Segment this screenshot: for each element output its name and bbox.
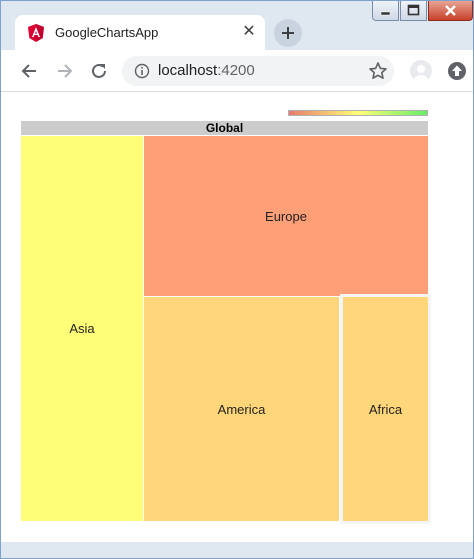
upload-circle-icon[interactable] — [447, 61, 467, 81]
title-bar: GoogleChartsApp ✕ — [1, 1, 473, 50]
reload-icon[interactable] — [89, 61, 109, 81]
browser-window: GoogleChartsApp ✕ localhost:4200 Global … — [0, 0, 474, 559]
angular-shield-icon — [28, 24, 44, 42]
window-bottom-frame — [1, 542, 473, 558]
minimize-button[interactable] — [372, 1, 399, 21]
browser-tab[interactable]: GoogleChartsApp ✕ — [15, 15, 265, 50]
minimize-icon — [380, 11, 391, 16]
url-host: localhost — [158, 62, 218, 79]
browser-toolbar: localhost:4200 — [1, 50, 473, 92]
star-icon[interactable] — [368, 61, 388, 81]
window-controls — [371, 1, 473, 23]
close-window-button[interactable] — [428, 1, 473, 21]
tab-close-button[interactable]: ✕ — [239, 22, 259, 42]
avatar-silhouette — [414, 65, 428, 82]
treemap-cell-africa[interactable]: Africa — [340, 294, 431, 524]
info-icon[interactable] — [134, 63, 150, 79]
maximize-icon — [407, 4, 420, 16]
url-text: localhost:4200 — [158, 62, 255, 79]
treemap-cell-europe[interactable]: Europe — [144, 136, 428, 296]
treemap-cell-america[interactable]: America — [144, 297, 339, 521]
avatar-icon[interactable] — [410, 60, 432, 82]
treemap-root-header[interactable]: Global — [21, 121, 428, 135]
tab-title: GoogleChartsApp — [55, 25, 159, 40]
arrow-left-icon[interactable] — [20, 61, 40, 81]
page-viewport: Global Asia Europe America Africa — [1, 92, 473, 542]
treemap-cell-asia[interactable]: Asia — [21, 136, 143, 521]
plus-icon — [282, 27, 294, 39]
maximize-button[interactable] — [400, 1, 427, 21]
close-icon — [445, 5, 456, 16]
url-port: :4200 — [217, 62, 255, 79]
color-scale-bar — [288, 110, 428, 116]
new-tab-button[interactable] — [274, 19, 302, 47]
arrow-right-icon[interactable] — [54, 61, 74, 81]
address-bar[interactable]: localhost:4200 — [122, 56, 394, 86]
